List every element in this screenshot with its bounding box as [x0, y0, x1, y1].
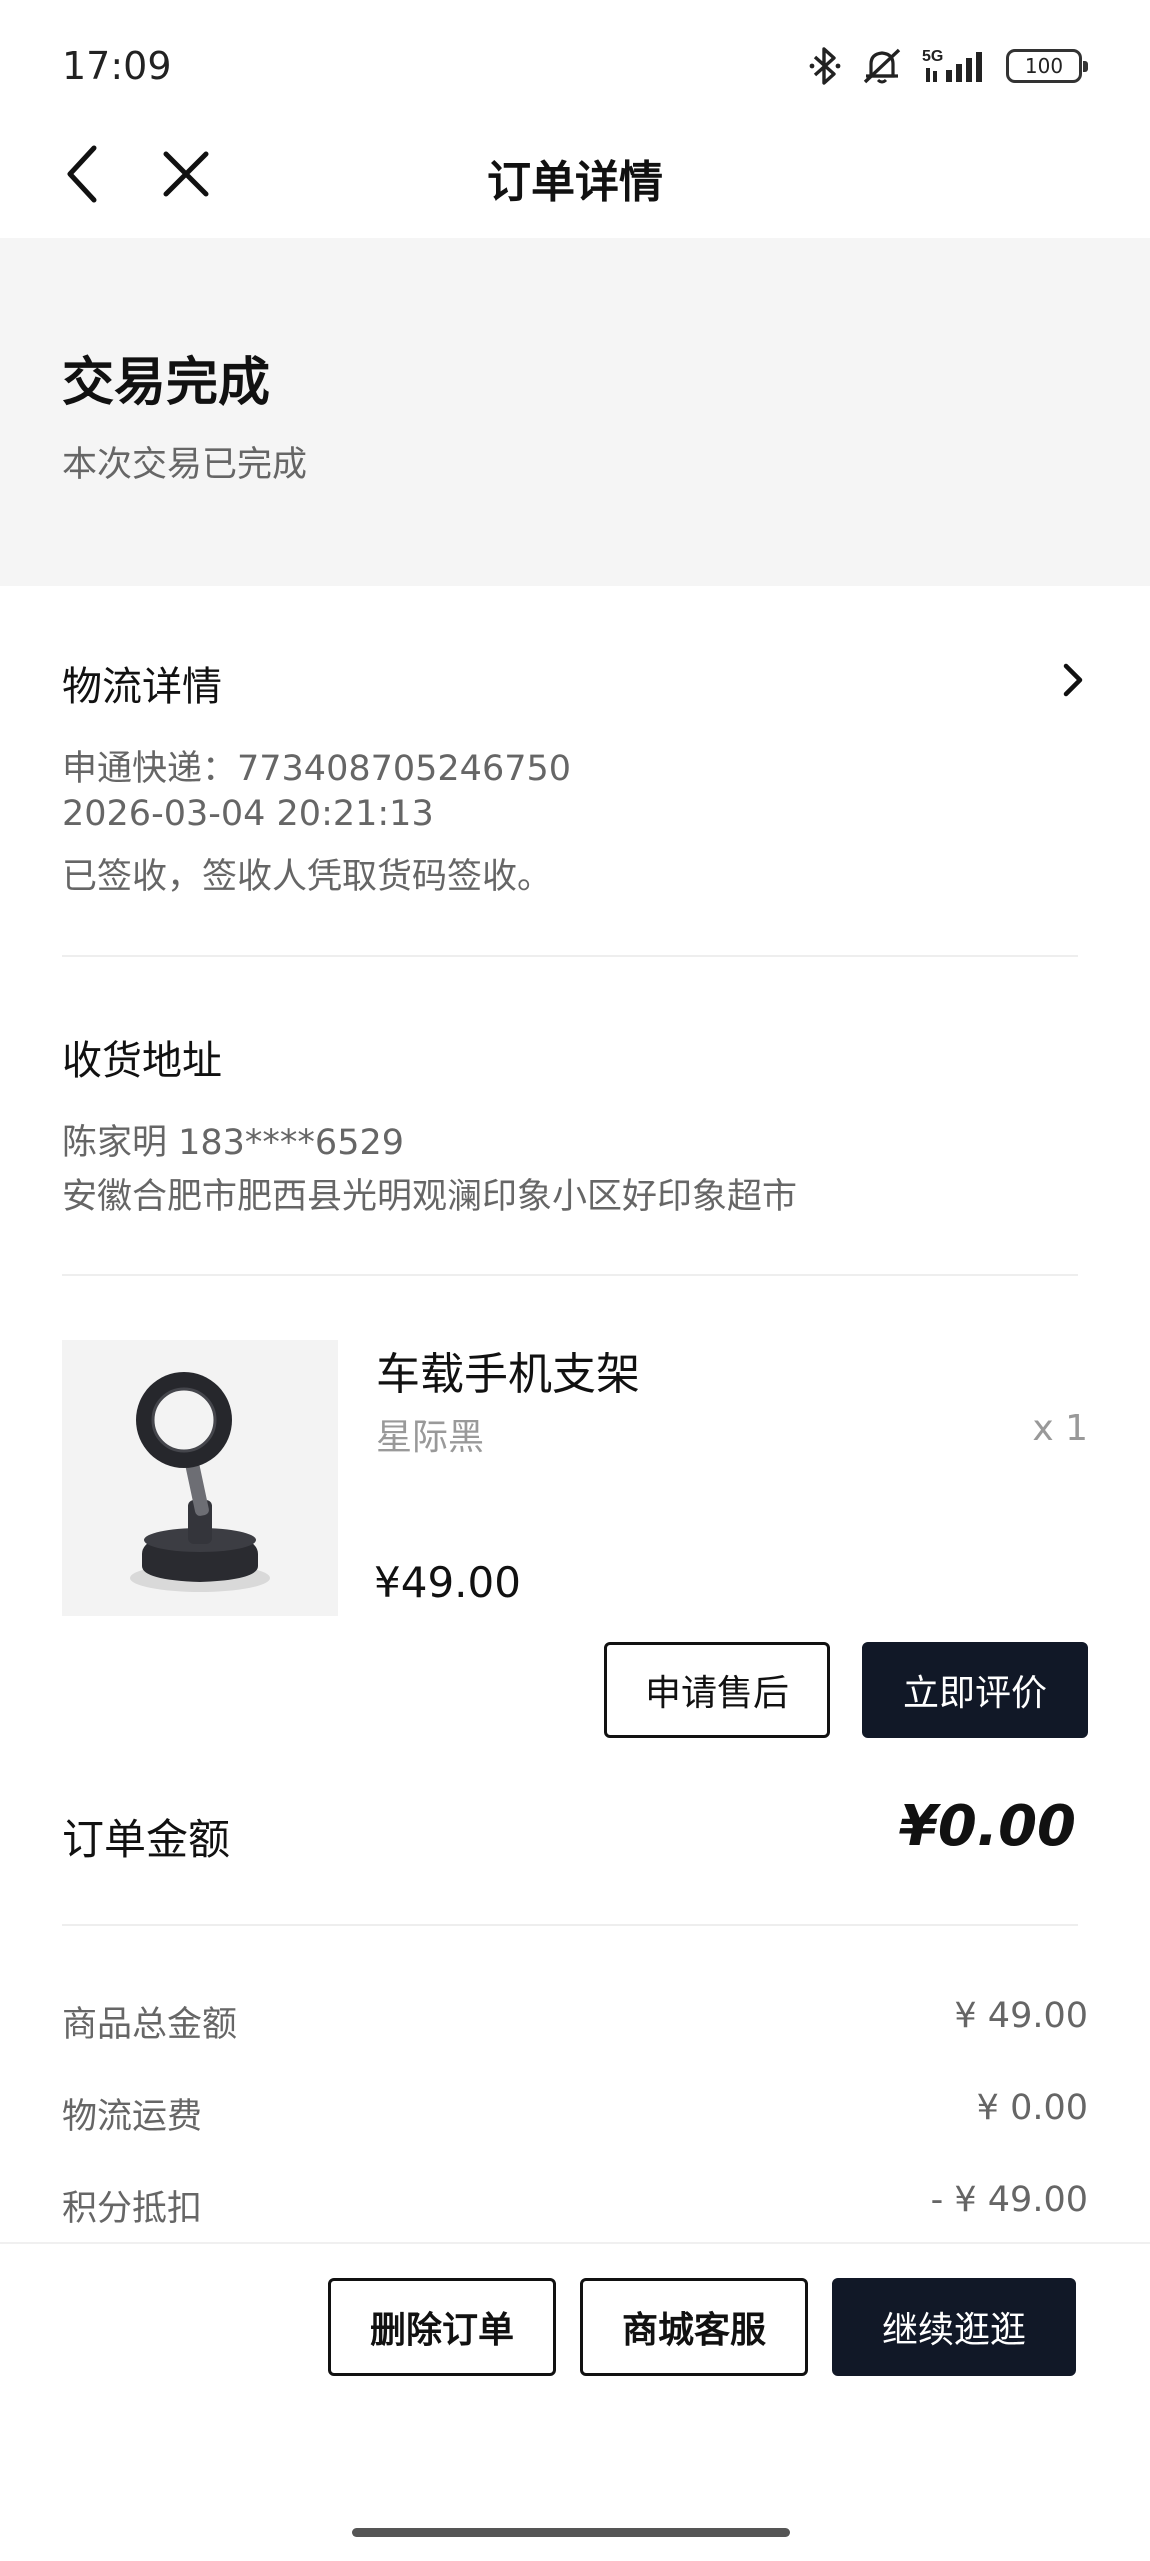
divider	[62, 1274, 1078, 1276]
status-icons: 5G 100	[808, 46, 1088, 86]
product-image[interactable]	[62, 1340, 338, 1616]
bluetooth-icon	[809, 47, 841, 85]
address-detail: 安徽合肥市肥西县光明观澜印象小区好印象超市	[62, 1177, 798, 1217]
product-name[interactable]: 车载手机支架	[376, 1338, 640, 1402]
delete-order-button[interactable]: 删除订单	[328, 2278, 556, 2376]
after-sale-button[interactable]: 申请售后	[604, 1642, 830, 1738]
logistics-carrier: 申通快递：773408705246750	[62, 749, 572, 789]
breakdown-value-shipping: ¥ 0.00	[976, 2088, 1088, 2128]
product-price: ¥49.00	[374, 1558, 521, 1607]
logistics-status: 已签收，签收人凭取货码签收。	[62, 857, 553, 897]
phone-holder-image	[130, 1372, 270, 1592]
customer-service-button[interactable]: 商城客服	[580, 2278, 808, 2376]
breakdown-label-shipping: 物流运费	[62, 2097, 203, 2137]
product-quantity: x 1	[1032, 1408, 1088, 1449]
review-button[interactable]: 立即评价	[862, 1642, 1088, 1738]
page-title: 订单详情	[487, 157, 663, 208]
mute-icon	[863, 48, 901, 84]
breakdown-value-points: - ¥ 49.00	[930, 2180, 1088, 2220]
status-time: 17:09	[62, 44, 172, 88]
breakdown-label-goods: 商品总金额	[62, 2005, 238, 2045]
continue-shopping-button[interactable]: 继续逛逛	[832, 2278, 1076, 2376]
product-spec: 星际黑	[376, 1417, 485, 1458]
breakdown-label-points: 积分抵扣	[62, 2189, 203, 2229]
signal-icon: 5G	[922, 48, 982, 82]
divider	[62, 955, 1078, 957]
order-status-title: 交易完成	[62, 353, 271, 413]
order-amount-label: 订单金额	[62, 1815, 231, 1864]
svg-text:5G: 5G	[922, 48, 943, 65]
logistics-title: 物流详情	[62, 664, 222, 710]
chevron-right-icon[interactable]	[1058, 658, 1088, 702]
divider	[62, 1924, 1078, 1926]
home-indicator[interactable]	[352, 2528, 790, 2537]
address-title: 收货地址	[62, 1038, 222, 1084]
address-recipient: 陈家明 183****6529	[62, 1123, 405, 1163]
breakdown-value-goods: ¥ 49.00	[954, 1996, 1088, 2036]
logistics-time: 2026-03-04 20:21:13	[62, 794, 434, 834]
order-status-subtitle: 本次交易已完成	[62, 445, 308, 485]
order-amount-value: ¥0.00	[898, 1794, 1076, 1859]
battery-icon: 100	[1006, 49, 1088, 83]
